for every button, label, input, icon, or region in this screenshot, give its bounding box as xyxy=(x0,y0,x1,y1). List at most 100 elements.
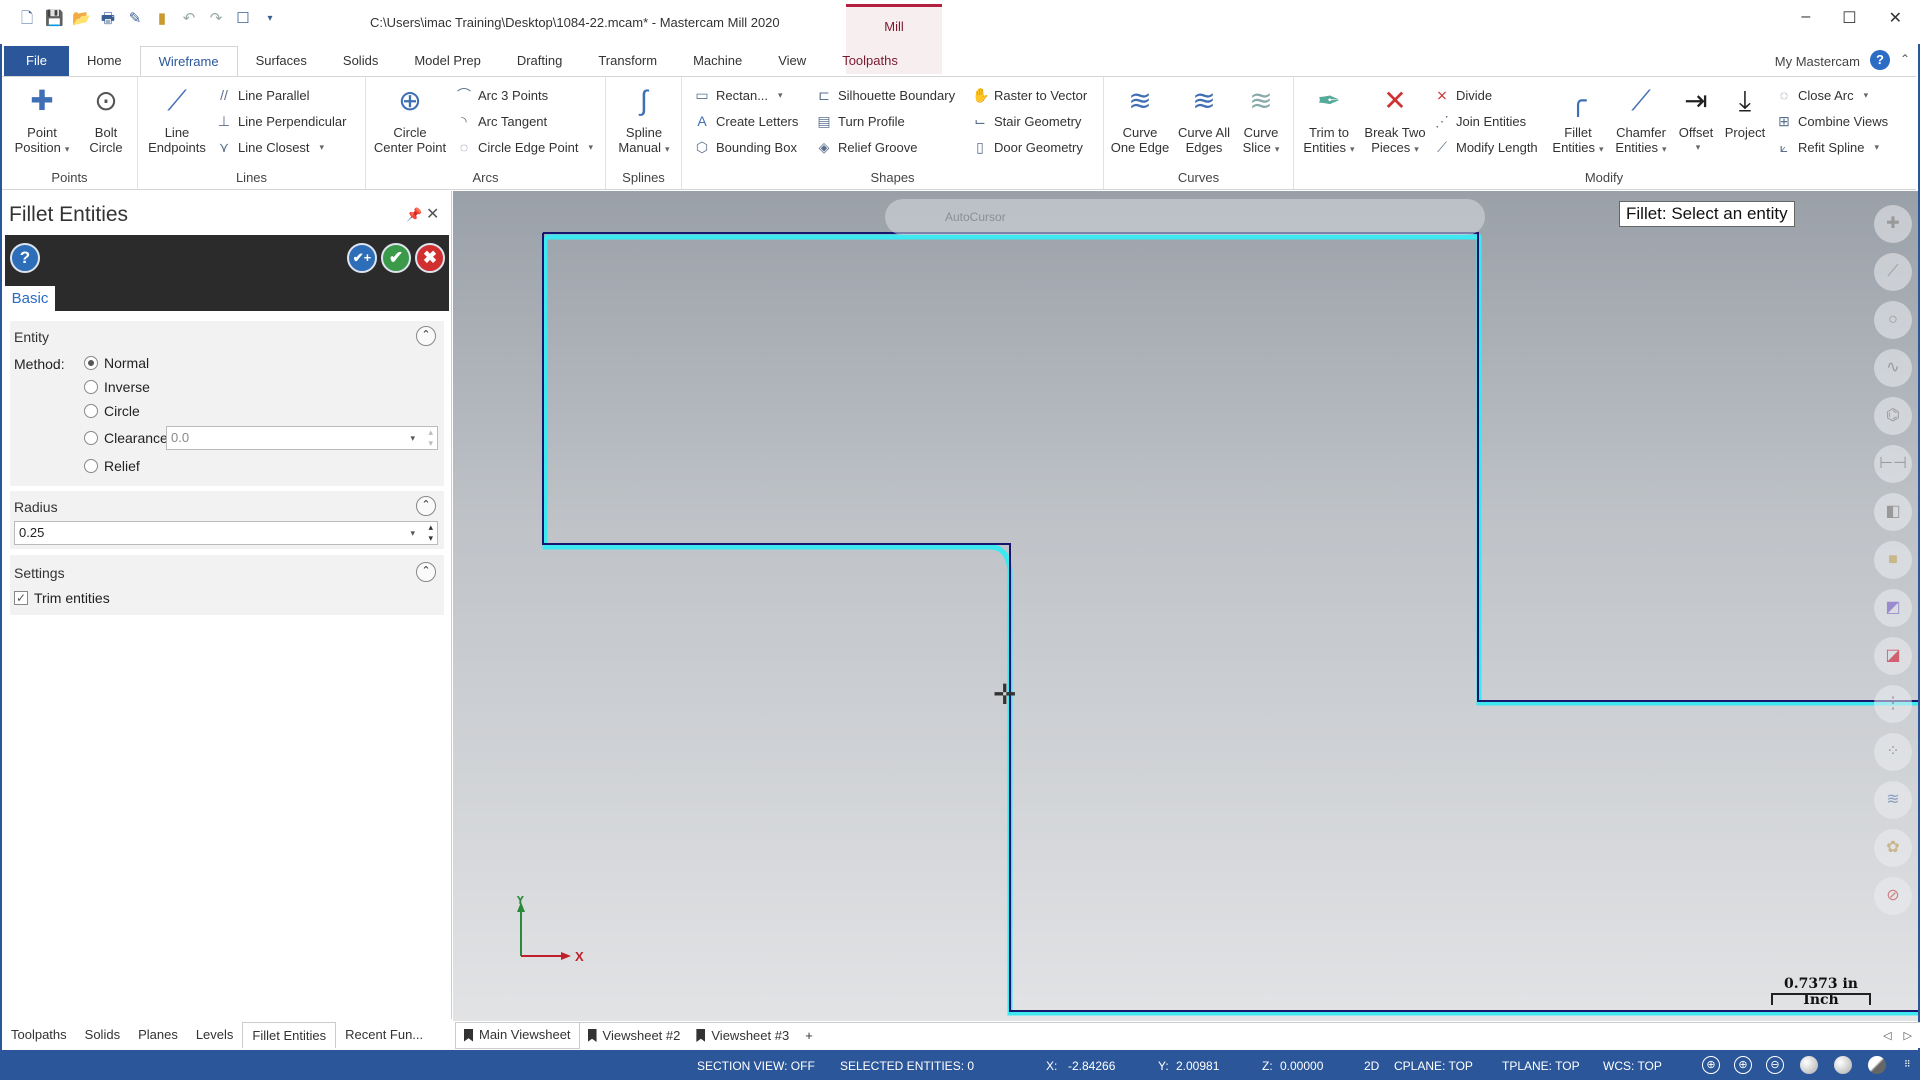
save-as-icon[interactable]: ✎ xyxy=(126,10,144,28)
select-arcs-icon[interactable]: ○ xyxy=(1874,301,1912,339)
radio-relief-button[interactable] xyxy=(84,459,98,473)
turn-profile-button[interactable]: ▤ Turn Profile xyxy=(816,111,904,131)
create-letters-button[interactable]: A Create Letters xyxy=(694,111,798,131)
minimize-button[interactable]: – xyxy=(1801,8,1810,28)
select-color-icon[interactable]: ◪ xyxy=(1874,637,1912,675)
section-view-status[interactable]: SECTION VIEW: OFF xyxy=(697,1059,815,1073)
scroll-right-icon[interactable]: ▷ xyxy=(1904,1029,1912,1042)
collapse-ribbon-icon[interactable]: ⌃ xyxy=(1900,52,1910,66)
tab-transform[interactable]: Transform xyxy=(580,46,675,76)
bounding-box-button[interactable]: ⬡ Bounding Box xyxy=(694,137,797,157)
close-button[interactable]: ✕ xyxy=(1889,8,1902,28)
shaded-edges-icon[interactable] xyxy=(1834,1056,1852,1074)
relief-groove-button[interactable]: ◈ Relief Groove xyxy=(816,137,918,157)
redo-icon[interactable]: ↷ xyxy=(207,10,225,28)
tab-viewsheet-3[interactable]: Viewsheet #3 xyxy=(688,1023,797,1049)
tab-wireframe[interactable]: Wireframe xyxy=(139,46,238,76)
combine-views-button[interactable]: ⊞ Combine Views xyxy=(1776,111,1888,131)
gview-top-icon[interactable]: ⊕ xyxy=(1702,1056,1720,1074)
tab-model-prep[interactable]: Model Prep xyxy=(396,46,498,76)
resize-grip[interactable]: ⠿ xyxy=(1904,1059,1911,1070)
select-lines-icon[interactable]: ⟋ xyxy=(1874,253,1912,291)
radio-clearance[interactable]: Clearance: xyxy=(84,430,172,446)
panel-close-icon[interactable]: ✕ xyxy=(426,204,439,224)
tab-planes-manager[interactable]: Planes xyxy=(129,1022,187,1048)
collapse-radius-icon[interactable]: ⌃ xyxy=(416,496,436,516)
radius-input[interactable]: 0.25 ▾ ▴ ▾ xyxy=(14,521,438,545)
project-button[interactable]: ⤓ Project xyxy=(1720,83,1770,140)
arc-3-points-button[interactable]: ⌒ Arc 3 Points xyxy=(456,85,548,105)
tab-home[interactable]: Home xyxy=(69,46,140,76)
line-parallel-button[interactable]: //Line Parallel xyxy=(216,85,309,105)
close-arc-button[interactable]: ◌ Close Arc ▾ xyxy=(1776,85,1868,105)
circle-edge-point-button[interactable]: ◌ Circle Edge Point ▾ xyxy=(456,137,593,157)
join-entities-button[interactable]: ⋰ Join Entities xyxy=(1434,111,1526,131)
trim-entities-option[interactable]: ✓ Trim entities xyxy=(14,590,110,606)
select-dimensions-icon[interactable]: ⊢⊣ xyxy=(1874,445,1912,483)
tab-viewsheet-2[interactable]: Viewsheet #2 xyxy=(580,1023,689,1049)
gview-iso-icon[interactable]: ⊖ xyxy=(1766,1056,1784,1074)
modify-length-button[interactable]: ⟋ Modify Length xyxy=(1434,137,1538,157)
cplane-status[interactable]: CPLANE: TOP xyxy=(1394,1059,1473,1073)
customize-icon[interactable]: ▾ xyxy=(261,10,279,28)
offset-button[interactable]: ⇥ Offset ▾ xyxy=(1674,83,1718,155)
trim-to-entities-button[interactable]: ✒ Trim to Entities ▾ xyxy=(1298,83,1360,157)
save-icon[interactable]: 💾 xyxy=(45,10,64,28)
radius-spinner[interactable]: ▴ ▾ xyxy=(428,522,433,544)
break-two-pieces-button[interactable]: ✕ Break Two Pieces ▾ xyxy=(1362,83,1428,157)
radio-clearance-button[interactable] xyxy=(84,431,98,445)
pin-icon[interactable]: 📌 xyxy=(406,207,422,223)
select-attributes-icon[interactable]: ⁘ xyxy=(1874,733,1912,771)
ok-and-create-new-button[interactable]: ✔+ xyxy=(347,243,377,273)
print-icon[interactable]: 🖶 xyxy=(99,10,117,28)
tab-toolpaths-manager[interactable]: Toolpaths xyxy=(2,1022,76,1048)
wcs-status[interactable]: WCS: TOP xyxy=(1603,1059,1662,1073)
point-position-button[interactable]: ✚ Point Position ▾ xyxy=(12,83,72,157)
radio-normal[interactable]: Normal xyxy=(84,355,149,371)
tab-view[interactable]: View xyxy=(760,46,824,76)
ok-button[interactable]: ✔ xyxy=(381,243,411,273)
add-viewsheet-button[interactable]: + xyxy=(797,1023,821,1049)
undo-icon[interactable]: ↶ xyxy=(180,10,198,28)
door-geometry-button[interactable]: ▯ Door Geometry xyxy=(972,137,1083,157)
rectangle-button[interactable]: ▭ Rectan... ▾ xyxy=(694,85,782,105)
tab-drafting[interactable]: Drafting xyxy=(499,46,581,76)
bolt-circle-button[interactable]: ⊙ Bolt Circle xyxy=(78,83,134,155)
line-endpoints-button[interactable]: ⟋ Line Endpoints xyxy=(144,83,210,155)
collapse-entity-icon[interactable]: ⌃ xyxy=(416,326,436,346)
help-icon[interactable]: ? xyxy=(1870,50,1890,70)
chamfer-entities-button[interactable]: ⟋ Chamfer Entities ▾ xyxy=(1610,83,1672,157)
curve-slice-button[interactable]: ≋ Curve Slice ▾ xyxy=(1236,83,1286,157)
tab-file[interactable]: File xyxy=(4,46,69,76)
help-button[interactable]: ? xyxy=(10,243,40,273)
select-solids-icon[interactable]: ■ xyxy=(1874,541,1912,579)
radio-inverse[interactable]: Inverse xyxy=(84,379,150,395)
silhouette-boundary-button[interactable]: ⊏ Silhouette Boundary xyxy=(816,85,955,105)
scroll-left-icon[interactable]: ◁ xyxy=(1883,1029,1891,1042)
merge-icon[interactable]: ▮ xyxy=(153,10,171,28)
arc-tangent-button[interactable]: ◝ Arc Tangent xyxy=(456,111,547,131)
select-gear-icon[interactable]: ✿ xyxy=(1874,829,1912,867)
collapse-settings-icon[interactable]: ⌃ xyxy=(416,562,436,582)
maximize-button[interactable]: ☐ xyxy=(1842,8,1856,28)
clearance-spinner[interactable]: ▴ ▾ xyxy=(428,427,433,449)
select-meshes-icon[interactable]: ◩ xyxy=(1874,589,1912,627)
curve-one-edge-button[interactable]: ≋ Curve One Edge xyxy=(1108,83,1172,155)
radio-circle-button[interactable] xyxy=(84,404,98,418)
select-solid-faces-icon[interactable]: ◧ xyxy=(1874,493,1912,531)
fillet-entities-button[interactable]: ╭ Fillet Entities ▾ xyxy=(1548,83,1608,157)
radio-normal-button[interactable] xyxy=(84,356,98,370)
clearance-dropdown-icon[interactable]: ▾ xyxy=(410,427,415,449)
select-surfaces-icon[interactable]: ⌬ xyxy=(1874,397,1912,435)
geometry-canvas[interactable] xyxy=(453,191,1918,1021)
graphics-viewport[interactable]: AutoCursor Fillet: Select an entity ✚ ⟋ … xyxy=(453,191,1918,1021)
radio-circle[interactable]: Circle xyxy=(84,403,140,419)
open-icon[interactable]: 📂 xyxy=(72,10,91,28)
select-points-icon[interactable]: ✚ xyxy=(1874,205,1912,243)
tab-surfaces[interactable]: Surfaces xyxy=(238,46,325,76)
radius-dropdown-icon[interactable]: ▾ xyxy=(410,522,415,544)
my-mastercam-link[interactable]: My Mastercam xyxy=(1775,54,1860,69)
circle-center-point-button[interactable]: ⊕ Circle Center Point xyxy=(370,83,450,155)
curve-all-edges-button[interactable]: ≋ Curve All Edges xyxy=(1174,83,1234,155)
spline-manual-button[interactable]: ∫ Spline Manual ▾ xyxy=(612,83,676,157)
